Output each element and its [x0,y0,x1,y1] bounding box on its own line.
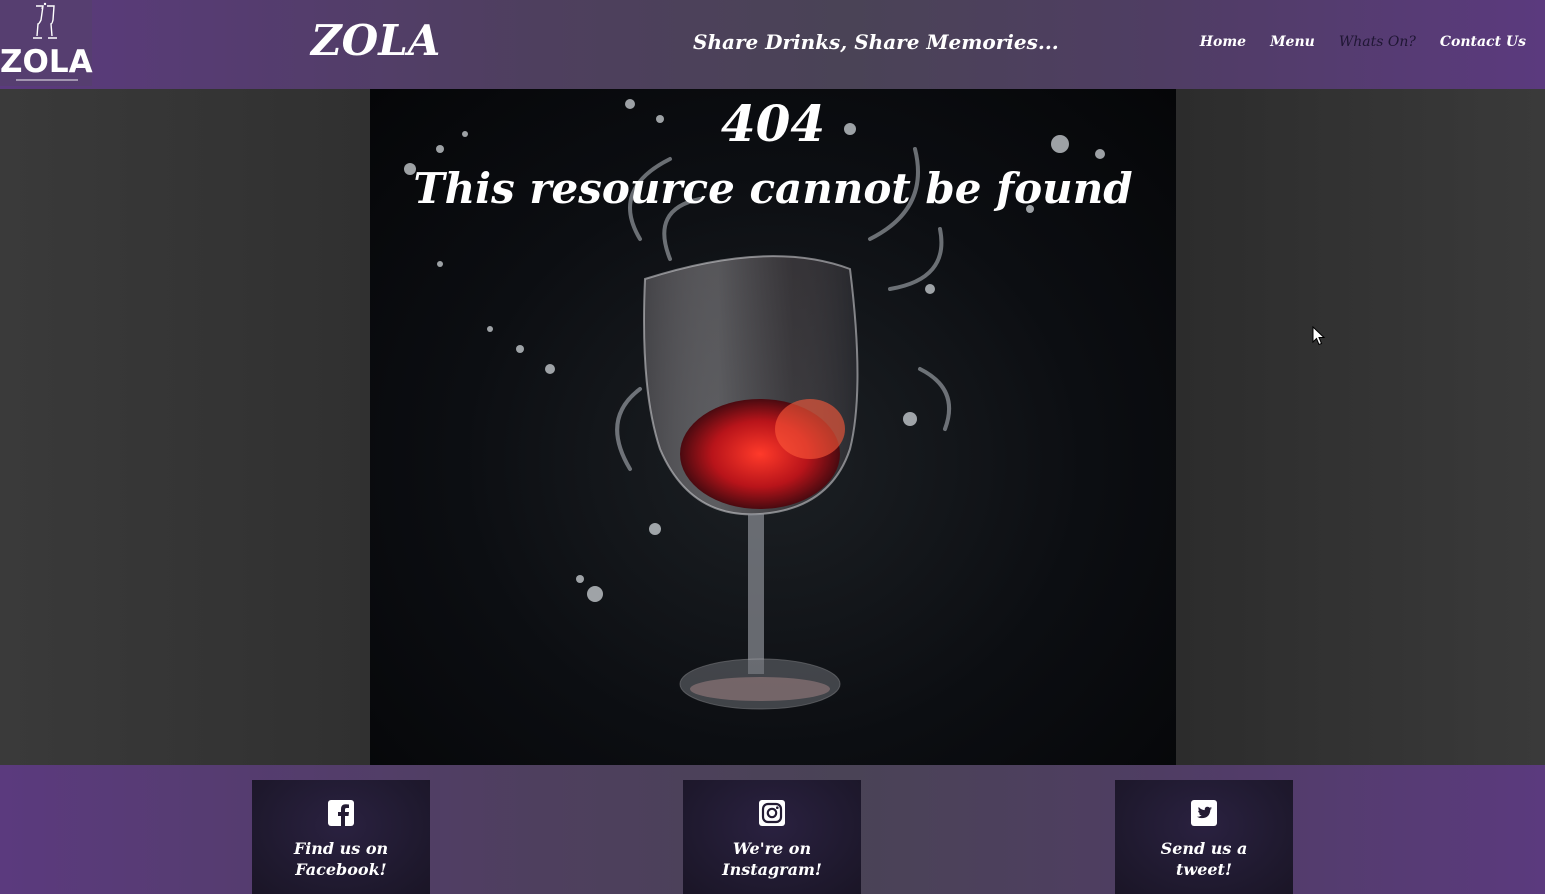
facebook-card-line1: Find us on [293,839,389,858]
tagline: Share Drinks, Share Memories... [693,30,1059,54]
facebook-card[interactable]: Find us on Facebook! [252,780,430,894]
site-header: ZOLA ZOLA Share Drinks, Share Memories..… [0,0,1545,89]
twitter-card-line2: tweet! [1176,860,1232,879]
nav-home[interactable]: Home [1200,34,1246,50]
instagram-icon [759,800,785,826]
main-nav: Home Menu Whats On? Contact Us [1200,34,1526,50]
error-message: This resource cannot be found [413,164,1133,213]
error-code: 404 [720,94,826,153]
site-logo[interactable]: ZOLA [0,0,93,86]
nav-contact-us[interactable]: Contact Us [1440,34,1526,50]
champagne-glasses-icon [33,2,57,39]
facebook-card-line2: Facebook! [295,860,387,879]
instagram-card-line2: Instagram! [722,860,822,879]
left-margin [0,89,370,765]
logo-subtitle-line [16,79,78,81]
hero-image: 404 This resource cannot be found [370,89,1176,765]
twitter-icon [1191,800,1217,826]
right-margin [1176,89,1545,765]
brand-title[interactable]: ZOLA [311,16,440,65]
twitter-card[interactable]: Send us a tweet! [1115,780,1293,894]
mouse-cursor-icon [1312,326,1326,346]
facebook-icon [328,800,354,826]
nav-whats-on[interactable]: Whats On? [1339,34,1416,50]
logo-text: ZOLA [0,44,93,80]
site-footer: Find us on Facebook! We're on Instagram!… [0,765,1545,894]
twitter-card-line1: Send us a [1160,839,1248,858]
instagram-card[interactable]: We're on Instagram! [683,780,861,894]
nav-menu[interactable]: Menu [1270,34,1315,50]
instagram-card-line1: We're on [732,839,812,858]
